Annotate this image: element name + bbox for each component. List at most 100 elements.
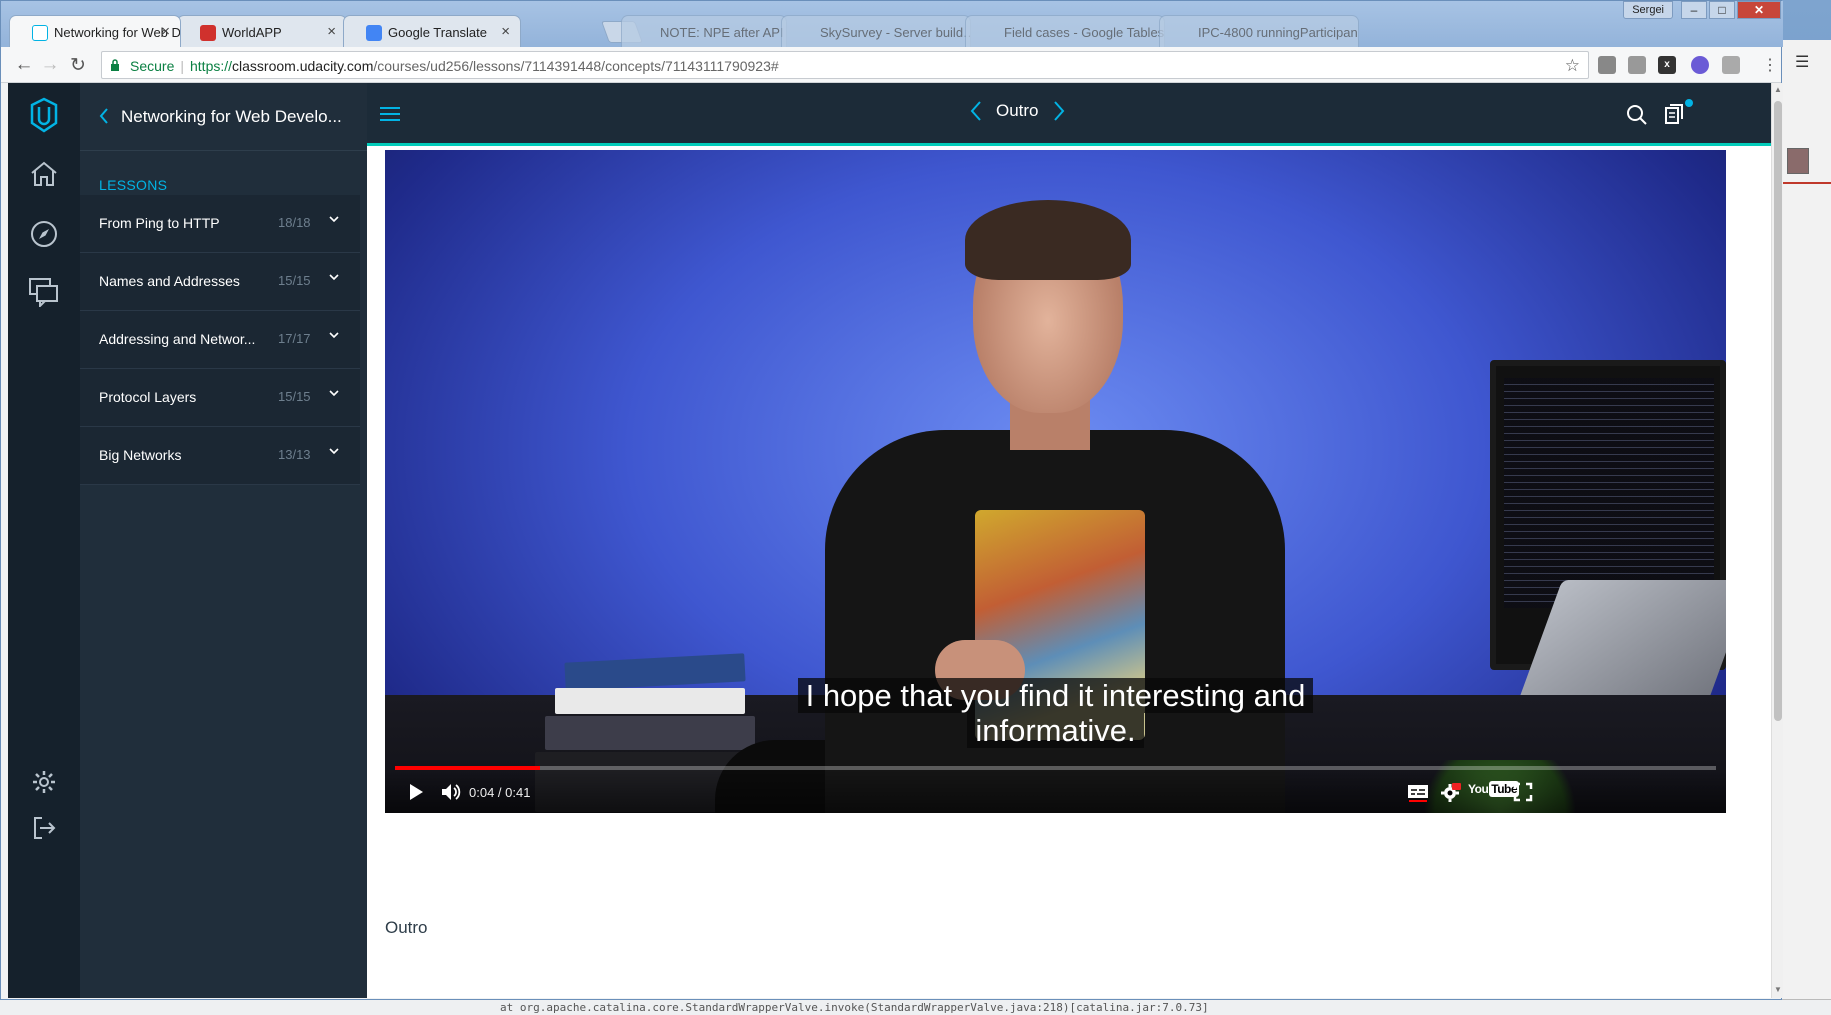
window-controls: Sergei – □ ✕ xyxy=(1623,1,1781,19)
concept-title: Outro xyxy=(996,101,1039,120)
tab-background[interactable]: Field cases - Google Tables xyxy=(965,15,1165,47)
concept-header: Outro xyxy=(367,83,1771,146)
tab-worldapp[interactable]: WorldAPP × xyxy=(177,15,347,47)
lesson-count: 13/13 xyxy=(278,447,311,462)
lesson-title: Protocol Layers xyxy=(99,389,197,405)
video-player[interactable]: I hope that you find it interesting and … xyxy=(385,150,1726,895)
lesson-sidebar: Networking for Web Develo... LESSONS Fro… xyxy=(80,83,367,998)
forward-arrow-icon[interactable]: → xyxy=(39,54,61,76)
lesson-item[interactable]: From Ping to HTTP 18/18 xyxy=(80,195,360,253)
tab-title: WorldAPP xyxy=(222,25,282,40)
settings-icon[interactable] xyxy=(1439,782,1461,804)
icon-rail xyxy=(8,83,80,998)
tab-background[interactable]: IPC-4800 runningParticipan… xyxy=(1159,15,1359,47)
page-scrollbar[interactable]: ▲ ▼ xyxy=(1771,83,1783,998)
chat-icon[interactable] xyxy=(8,277,80,307)
extension-user-icon[interactable] xyxy=(1722,56,1740,74)
close-window-button[interactable]: ✕ xyxy=(1737,1,1781,19)
concept-navigation: Outro xyxy=(970,100,1065,122)
address-bar[interactable]: Secure | https://classroom.udacity.com/cou… xyxy=(101,51,1589,79)
tab-google-translate[interactable]: Google Translate × xyxy=(343,15,521,47)
tab-title: Google Translate xyxy=(388,25,488,40)
minimize-button[interactable]: – xyxy=(1681,1,1707,19)
chrome-menu-icon[interactable]: ⋮ xyxy=(1762,55,1778,75)
course-header[interactable]: Networking for Web Develo... xyxy=(80,83,367,151)
lesson-title: Names and Addresses xyxy=(99,273,240,289)
logout-icon[interactable] xyxy=(8,815,80,841)
url-protocol: https:// xyxy=(190,58,233,74)
lesson-title: Addressing and Networ... xyxy=(99,331,256,347)
lesson-item[interactable]: Big Networks 13/13 xyxy=(80,427,360,485)
tab-strip: Networking for Web Dev × WorldAPP × Goog… xyxy=(1,1,1783,47)
lock-icon xyxy=(111,59,119,71)
background-console: at org.apache.catalina.core.StandardWrap… xyxy=(0,999,1831,1015)
tab-title: Field cases - Google Tables xyxy=(1004,25,1165,40)
caption-line: I hope that you find it interesting and xyxy=(797,678,1314,713)
tab-title: SkySurvey - Server build… xyxy=(820,25,971,40)
subtitle-caption: I hope that you find it interesting and … xyxy=(385,678,1726,748)
tab-background[interactable]: NOTE: NPE after API ca… xyxy=(621,15,787,47)
url-path: /courses/ud256/lessons/7114391448/concep… xyxy=(373,58,779,74)
youtube-logo-icon[interactable]: You Tube xyxy=(1468,781,1520,797)
reload-icon[interactable]: ↻ xyxy=(67,54,89,77)
caption-line: informative. xyxy=(967,713,1144,748)
cast-icon[interactable] xyxy=(1628,56,1646,74)
tab-udacity[interactable]: Networking for Web Dev × xyxy=(9,15,181,47)
notification-dot xyxy=(1685,99,1693,107)
scrollbar-thumb[interactable] xyxy=(1774,101,1782,721)
hamburger-icon: ☰ xyxy=(1795,54,1810,71)
secure-label: Secure xyxy=(130,58,175,74)
close-tab-icon[interactable]: × xyxy=(501,23,510,40)
background-window: ☰ xyxy=(1780,40,1831,1015)
extension-icon[interactable] xyxy=(1598,56,1616,74)
translate-favicon-icon xyxy=(366,25,382,41)
search-icon[interactable] xyxy=(1626,104,1648,126)
chevron-down-icon[interactable] xyxy=(328,446,340,456)
next-concept-chevron-icon[interactable] xyxy=(1053,100,1065,122)
volume-icon[interactable] xyxy=(440,782,462,802)
scroll-down-arrow-icon[interactable]: ▼ xyxy=(1774,985,1782,994)
scroll-up-arrow-icon[interactable]: ▲ xyxy=(1774,85,1782,94)
lessons-heading: LESSONS xyxy=(99,177,168,193)
lesson-title: Big Networks xyxy=(99,447,182,463)
chevron-down-icon[interactable] xyxy=(328,214,340,224)
worldapp-favicon-icon xyxy=(200,25,216,41)
concept-area: Outro I hope that you find it interestin… xyxy=(367,83,1771,998)
fullscreen-icon[interactable] xyxy=(1513,782,1533,802)
concept-body: Outro xyxy=(367,813,1771,998)
back-arrow-icon[interactable]: ← xyxy=(13,54,35,76)
close-tab-icon[interactable]: × xyxy=(327,23,336,40)
close-tab-icon[interactable]: × xyxy=(161,23,170,40)
notes-icon[interactable] xyxy=(1664,103,1684,125)
udacity-classroom: Networking for Web Develo... LESSONS Fro… xyxy=(8,83,1771,998)
background-thumbnail xyxy=(1787,148,1809,174)
lesson-item[interactable]: Addressing and Networ... 17/17 xyxy=(80,311,360,369)
chevron-down-icon[interactable] xyxy=(328,272,340,282)
extension-x-icon[interactable]: x xyxy=(1658,56,1676,74)
bookmark-star-icon[interactable]: ☆ xyxy=(1565,56,1580,76)
chevron-down-icon[interactable] xyxy=(328,330,340,340)
lesson-count: 18/18 xyxy=(278,215,311,230)
hamburger-menu-icon[interactable] xyxy=(379,106,401,122)
captions-icon[interactable] xyxy=(1407,784,1429,802)
tab-background[interactable]: SkySurvey - Server build… xyxy=(781,15,971,47)
compass-icon[interactable] xyxy=(8,219,80,249)
tab-title: IPC-4800 runningParticipan… xyxy=(1198,25,1359,40)
tab-title: NOTE: NPE after API ca… xyxy=(660,25,786,40)
lesson-item[interactable]: Names and Addresses 15/15 xyxy=(80,253,360,311)
chevron-down-icon[interactable] xyxy=(328,388,340,398)
browser-window: Networking for Web Dev × WorldAPP × Goog… xyxy=(0,0,1783,1000)
concept-body-title: Outro xyxy=(385,918,428,937)
extension-shield-icon[interactable] xyxy=(1691,56,1709,74)
course-title[interactable]: Networking for Web Develo... xyxy=(121,107,342,127)
lesson-item[interactable]: Protocol Layers 15/15 xyxy=(80,369,360,427)
chevron-left-icon[interactable] xyxy=(98,107,110,125)
play-icon[interactable] xyxy=(407,782,425,802)
settings-gear-icon[interactable] xyxy=(8,769,80,795)
maximize-button[interactable]: □ xyxy=(1709,1,1735,19)
browser-toolbar: ← → ↻ Secure | https://classroom.udacity.c… xyxy=(1,47,1781,83)
profile-button[interactable]: Sergei xyxy=(1623,1,1673,19)
previous-concept-chevron-icon[interactable] xyxy=(970,100,982,122)
udacity-logo-icon[interactable] xyxy=(8,97,80,135)
home-icon[interactable] xyxy=(8,160,80,188)
